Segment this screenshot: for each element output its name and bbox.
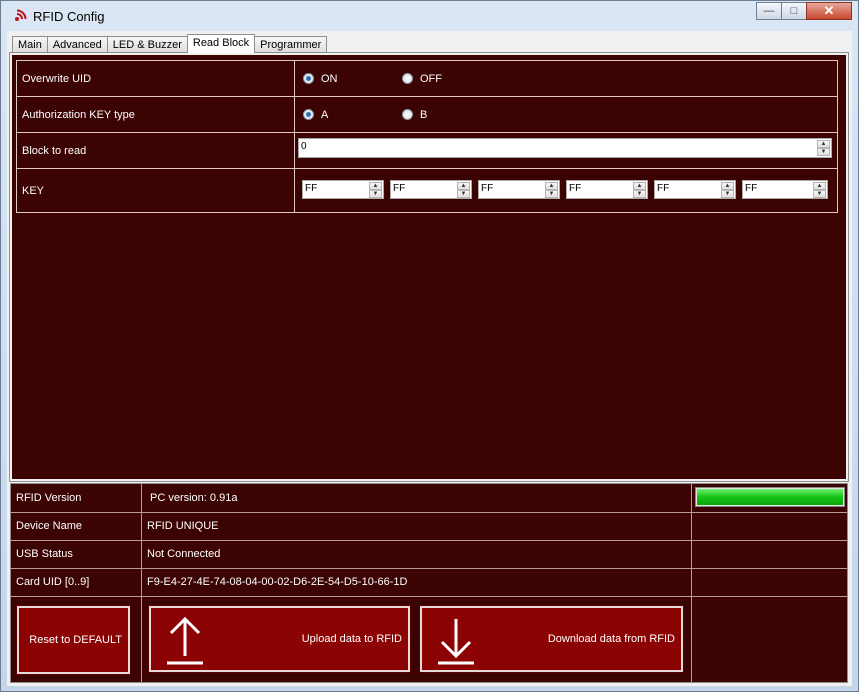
spin-up-icon[interactable]: ▲: [721, 182, 734, 190]
key-byte-value: FF: [305, 183, 318, 194]
radio-unchecked-icon: [402, 73, 413, 84]
overwrite-uid-off-radio[interactable]: OFF: [402, 61, 442, 96]
tab-main[interactable]: Main: [12, 36, 48, 53]
maximize-button[interactable]: □: [781, 2, 807, 20]
close-button[interactable]: ✕: [806, 2, 852, 20]
spin-down-icon[interactable]: ▼: [369, 190, 382, 198]
device-name-label: Device Name: [11, 512, 142, 540]
key-byte-value: FF: [481, 183, 494, 194]
block-to-read-spinbox[interactable]: 0 ▲ ▼: [298, 138, 832, 158]
spin-up-icon[interactable]: ▲: [545, 182, 558, 190]
spin-up-icon[interactable]: ▲: [369, 182, 382, 190]
auth-key-b-label: B: [420, 108, 428, 121]
row-key: KEY FF ▲ ▼ FF ▲ ▼ FF ▲ ▼ FF ▲ ▼ FF ▲ ▼ FF ▲ ▼: [17, 169, 837, 212]
key-byte-5-spinbox[interactable]: FF ▲ ▼: [654, 180, 736, 199]
key-byte-6-spinbox[interactable]: FF ▲ ▼: [742, 180, 828, 199]
auth-key-a-label: A: [321, 108, 329, 121]
key-byte-value: FF: [569, 183, 582, 194]
auth-key-b-radio[interactable]: B: [402, 97, 427, 132]
key-label: KEY: [17, 169, 295, 212]
progress-bar: [695, 487, 845, 507]
window-title: RFID Config: [33, 9, 105, 24]
usb-status-label: USB Status: [11, 540, 142, 568]
tab-advanced[interactable]: Advanced: [46, 36, 108, 53]
client-area: Main Advanced LED & Buzzer Read Block Pr…: [7, 31, 852, 686]
spin-up-icon[interactable]: ▲: [457, 182, 470, 190]
card-uid-label: Card UID [0..9]: [11, 568, 142, 596]
status-row-card-uid: Card UID [0..9] F9-E4-27-4E-74-08-04-00-…: [11, 568, 847, 597]
spin-down-icon[interactable]: ▼: [545, 190, 558, 198]
key-byte-value: FF: [745, 183, 758, 194]
card-uid-value: F9-E4-27-4E-74-08-04-00-02-D6-2E-54-D5-1…: [142, 568, 692, 596]
minimize-icon: —: [763, 5, 775, 17]
close-icon: ✕: [823, 3, 835, 18]
title-bar[interactable]: RFID Config — □ ✕: [1, 1, 858, 31]
spin-up-icon[interactable]: ▲: [813, 182, 826, 190]
status-row-rfid-version: RFID Version PC version: 0.91a: [11, 484, 847, 513]
download-arrow-icon: [438, 619, 474, 665]
device-name-value: RFID UNIQUE: [142, 512, 692, 540]
spin-up-icon[interactable]: ▲: [633, 182, 646, 190]
status-panel: RFID Version PC version: 0.91a Device Na…: [10, 483, 848, 683]
row-auth-key-type: Authorization KEY type A B: [17, 97, 837, 133]
spin-down-icon[interactable]: ▼: [817, 148, 830, 156]
status-row-usb-status: USB Status Not Connected: [11, 540, 847, 569]
auth-key-type-label: Authorization KEY type: [17, 97, 295, 132]
rfid-app-icon: [15, 9, 27, 21]
radio-unchecked-icon: [402, 109, 413, 120]
usb-status-value: Not Connected: [142, 540, 692, 568]
progress-fill: [697, 489, 843, 505]
overwrite-uid-on-radio[interactable]: ON: [303, 61, 338, 96]
read-block-grid: Overwrite UID ON OFF Authorization KEY t: [16, 60, 838, 213]
block-to-read-label: Block to read: [17, 133, 295, 168]
tab-programmer[interactable]: Programmer: [254, 36, 328, 53]
auth-key-a-radio[interactable]: A: [303, 97, 328, 132]
key-byte-3-spinbox[interactable]: FF ▲ ▼: [478, 180, 560, 199]
radio-checked-icon: [303, 73, 314, 84]
download-label: Download data from RFID: [547, 633, 675, 645]
tab-bar: Main Advanced LED & Buzzer Read Block Pr…: [12, 34, 328, 53]
key-byte-1-spinbox[interactable]: FF ▲ ▼: [302, 180, 384, 199]
app-window: RFID Config — □ ✕ Main Advanced LED & Bu…: [0, 0, 859, 692]
tab-read-block[interactable]: Read Block: [186, 34, 256, 53]
status-row-device-name: Device Name RFID UNIQUE: [11, 512, 847, 541]
key-byte-value: FF: [393, 183, 406, 194]
key-byte-value: FF: [657, 183, 670, 194]
download-button[interactable]: Download data from RFID: [419, 605, 684, 673]
spin-down-icon[interactable]: ▼: [633, 190, 646, 198]
rfid-version-value: PC version: 0.91a: [142, 484, 692, 512]
spin-down-icon[interactable]: ▼: [813, 190, 826, 198]
action-buttons-row: Reset to DEFAULT Upload data to RFID Dow…: [11, 596, 847, 682]
block-to-read-value: 0: [301, 141, 307, 152]
read-block-panel: Overwrite UID ON OFF Authorization KEY t: [9, 52, 849, 482]
overwrite-uid-on-label: ON: [321, 72, 338, 85]
overwrite-uid-label: Overwrite UID: [17, 61, 295, 96]
upload-arrow-icon: [167, 616, 203, 665]
minimize-button[interactable]: —: [756, 2, 782, 20]
reset-default-label: Reset to DEFAULT: [29, 634, 122, 646]
maximize-icon: □: [790, 5, 798, 17]
spin-up-icon[interactable]: ▲: [817, 140, 830, 148]
radio-checked-icon: [303, 109, 314, 120]
spin-down-icon[interactable]: ▼: [721, 190, 734, 198]
row-block-to-read: Block to read 0 ▲ ▼: [17, 133, 837, 169]
spin-down-icon[interactable]: ▼: [457, 190, 470, 198]
key-byte-2-spinbox[interactable]: FF ▲ ▼: [390, 180, 472, 199]
upload-label: Upload data to RFID: [301, 633, 402, 645]
tab-led-buzzer[interactable]: LED & Buzzer: [106, 36, 188, 53]
key-byte-4-spinbox[interactable]: FF ▲ ▼: [566, 180, 648, 199]
upload-button[interactable]: Upload data to RFID: [148, 605, 411, 673]
overwrite-uid-off-label: OFF: [420, 72, 442, 85]
reset-default-button[interactable]: Reset to DEFAULT: [16, 605, 131, 675]
row-overwrite-uid: Overwrite UID ON OFF: [17, 61, 837, 97]
rfid-version-label: RFID Version: [11, 484, 142, 512]
